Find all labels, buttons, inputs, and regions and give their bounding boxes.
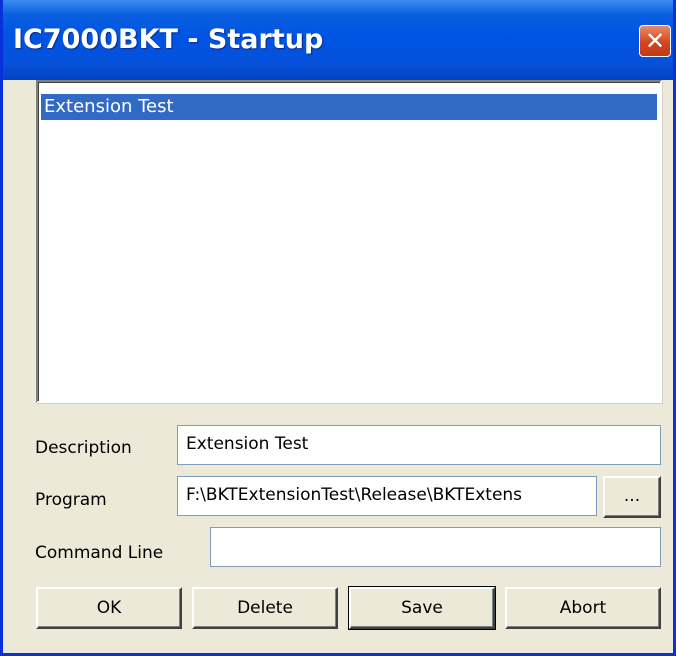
program-value: F:\BKTExtensionTest\Release\BKTExtens — [186, 485, 523, 505]
delete-button-label: Delete — [237, 598, 293, 618]
list-item-label: Extension Test — [44, 96, 174, 117]
ok-button-label: OK — [96, 598, 122, 618]
save-button[interactable]: Save — [348, 586, 496, 630]
startup-dialog: IC7000BKT - Startup ✕ Extension Test Des… — [0, 0, 676, 656]
ok-button[interactable]: OK — [36, 587, 182, 629]
command-line-field[interactable] — [210, 527, 661, 567]
description-value: Extension Test — [186, 434, 309, 454]
browse-button[interactable]: ... — [603, 476, 661, 518]
window-title: IC7000BKT - Startup — [13, 24, 324, 55]
list-item[interactable]: Extension Test — [41, 94, 657, 120]
description-field[interactable]: Extension Test — [177, 425, 661, 465]
abort-button-label: Abort — [559, 598, 607, 618]
program-field[interactable]: F:\BKTExtensionTest\Release\BKTExtens — [177, 476, 597, 516]
save-button-label: Save — [401, 598, 443, 618]
title-bar[interactable]: IC7000BKT - Startup ✕ — [3, 0, 673, 80]
startup-list[interactable]: Extension Test — [36, 80, 662, 403]
program-label: Program — [35, 490, 107, 510]
browse-button-label: ... — [623, 486, 641, 506]
close-icon: ✕ — [644, 27, 666, 55]
close-button[interactable]: ✕ — [639, 25, 671, 57]
delete-button[interactable]: Delete — [192, 587, 338, 629]
abort-button[interactable]: Abort — [505, 587, 661, 629]
command-line-label: Command Line — [35, 543, 164, 563]
description-label: Description — [35, 438, 132, 458]
